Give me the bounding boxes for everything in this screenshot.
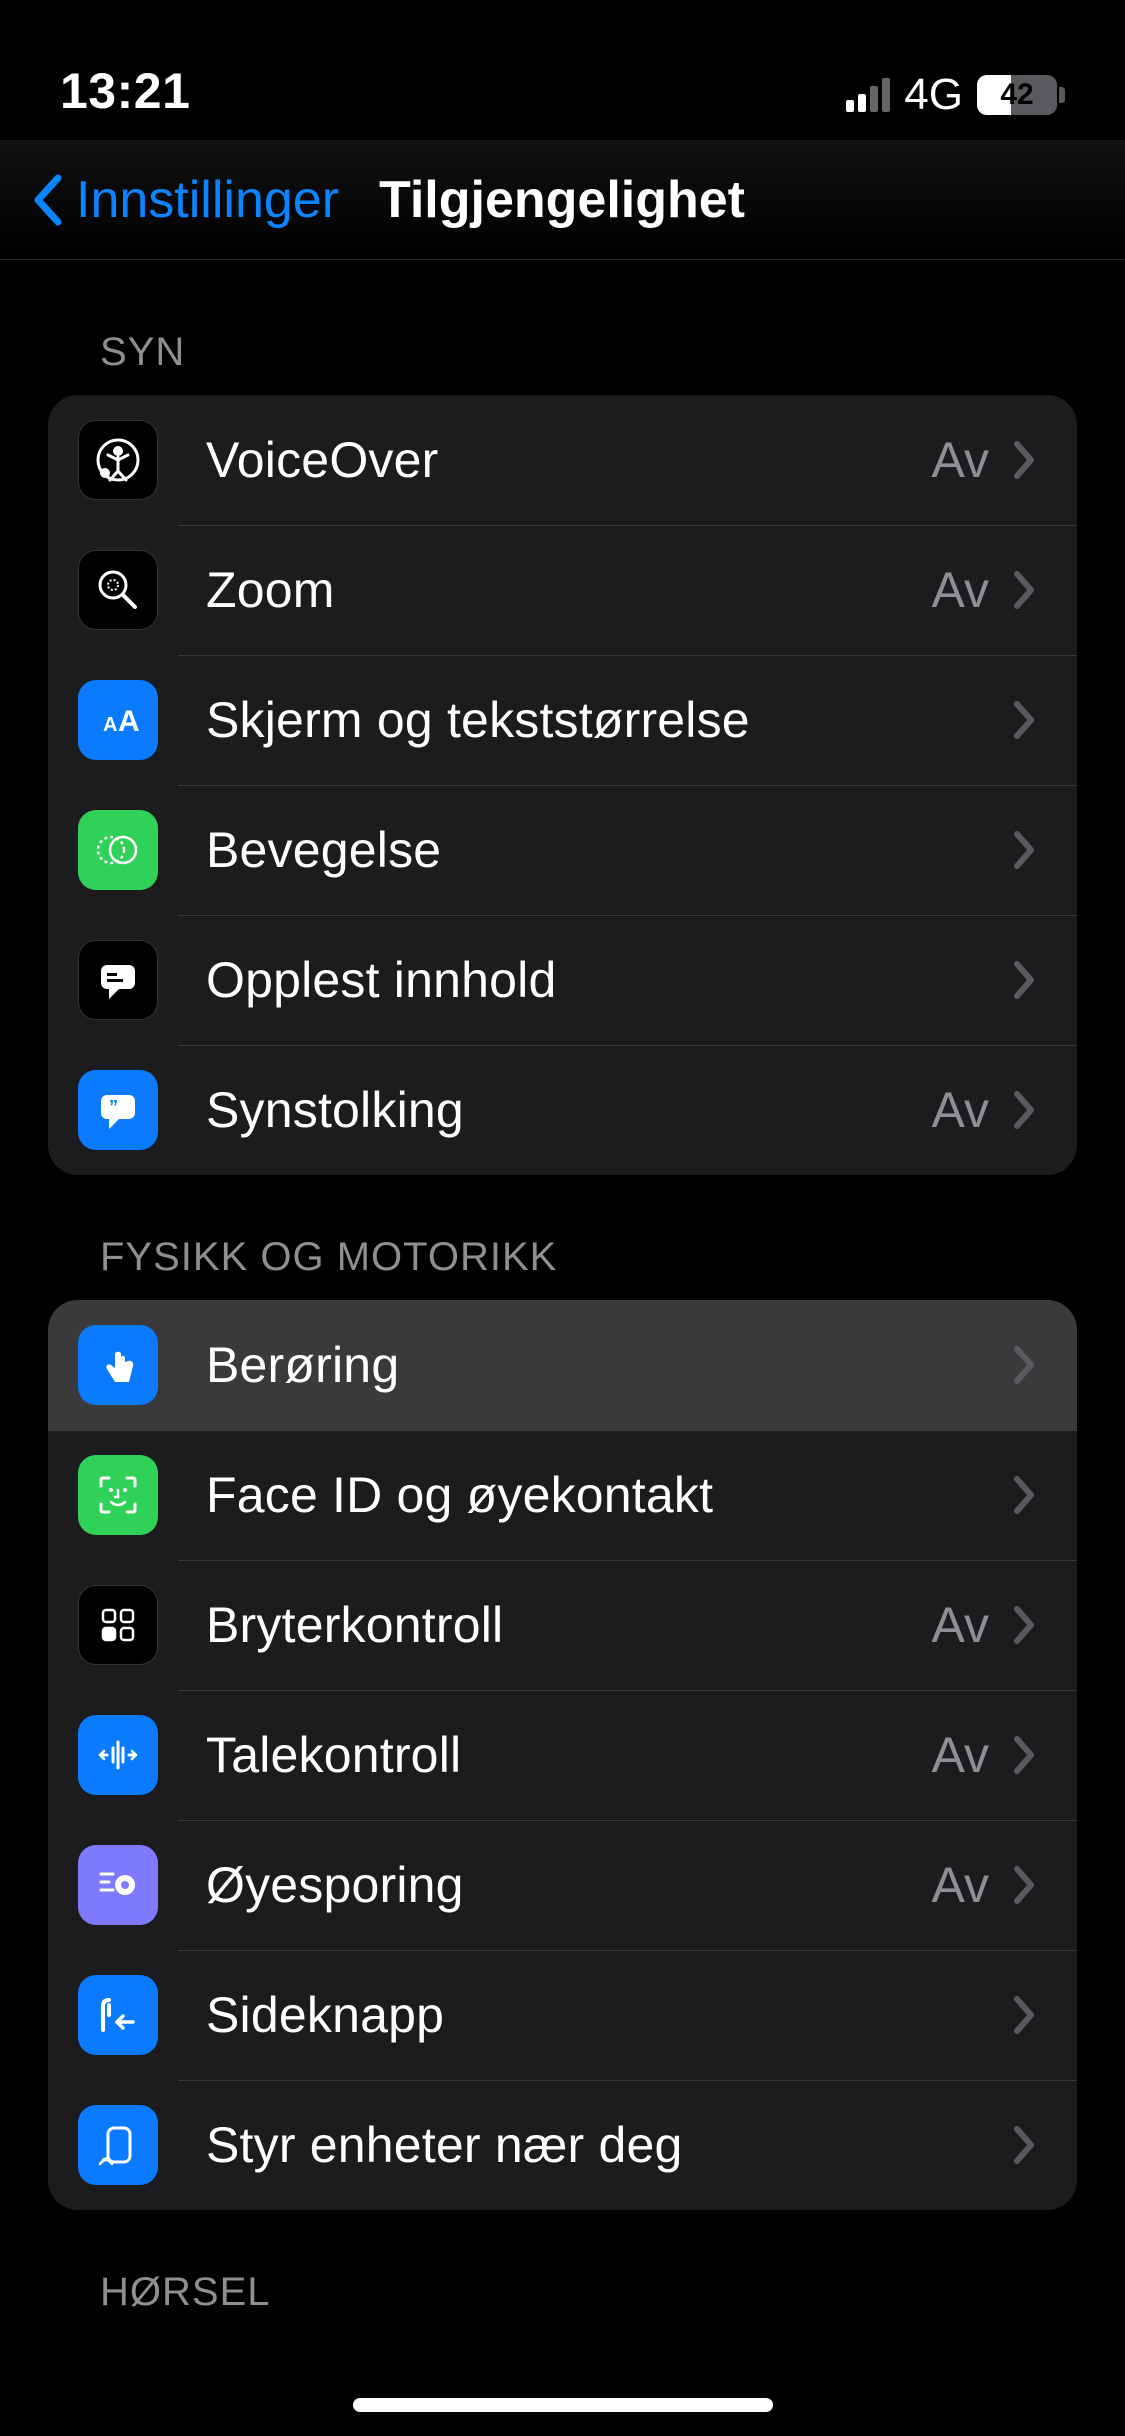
touch-icon <box>78 1325 158 1405</box>
status-bar: 13:21 4G 42 <box>0 0 1125 140</box>
row-label: Øyesporing <box>206 1856 932 1914</box>
status-time: 13:21 <box>60 62 190 120</box>
row-touch[interactable]: Berøring <box>48 1300 1077 1430</box>
row-zoom[interactable]: Zoom Av <box>48 525 1077 655</box>
row-label: Zoom <box>206 561 932 619</box>
switch-control-icon <box>78 1585 158 1665</box>
row-display-text-size[interactable]: AA Skjerm og tekststørrelse <box>48 655 1077 785</box>
row-label: Styr enheter nær deg <box>206 2116 989 2174</box>
row-eye-tracking[interactable]: Øyesporing Av <box>48 1820 1077 1950</box>
row-control-nearby-devices[interactable]: Styr enheter nær deg <box>48 2080 1077 2210</box>
row-label: Bevegelse <box>206 821 989 879</box>
chevron-right-icon <box>1013 700 1037 740</box>
zoom-icon <box>78 550 158 630</box>
chevron-right-icon <box>1013 830 1037 870</box>
section-header-physical: FYSIKK OG MOTORIKK <box>0 1175 1125 1300</box>
chevron-right-icon <box>1013 1475 1037 1515</box>
row-label: Bryterkontroll <box>206 1596 932 1654</box>
row-voice-control[interactable]: Talekontroll Av <box>48 1690 1077 1820</box>
home-indicator[interactable] <box>353 2398 773 2412</box>
back-label: Innstillinger <box>76 170 339 230</box>
side-button-icon <box>78 1975 158 2055</box>
row-value: Av <box>932 431 989 489</box>
back-button[interactable]: Innstillinger <box>20 160 349 240</box>
row-value: Av <box>932 1726 989 1784</box>
content[interactable]: SYN VoiceOver Av Zoom Av AA <box>0 260 1125 2375</box>
row-value: Av <box>932 561 989 619</box>
chevron-right-icon <box>1013 1865 1037 1905</box>
row-motion[interactable]: Bevegelse <box>48 785 1077 915</box>
section-header-vision: SYN <box>0 260 1125 395</box>
chevron-right-icon <box>1013 960 1037 1000</box>
group-physical: Berøring Face ID og øyekontakt <box>48 1300 1077 2210</box>
battery-indicator: 42 <box>977 75 1065 115</box>
chevron-right-icon <box>1013 1090 1037 1130</box>
quote-bubble-icon: ” <box>78 1070 158 1150</box>
svg-text:A: A <box>103 714 117 736</box>
nav-header: Innstillinger Tilgjengelighet <box>0 140 1125 260</box>
row-value: Av <box>932 1856 989 1914</box>
chevron-right-icon <box>1013 1605 1037 1645</box>
chevron-left-icon <box>30 172 66 228</box>
row-label: Berøring <box>206 1336 989 1394</box>
row-label: Skjerm og tekststørrelse <box>206 691 989 749</box>
network-type: 4G <box>904 70 963 120</box>
row-label: Talekontroll <box>206 1726 932 1784</box>
row-value: Av <box>932 1081 989 1139</box>
row-side-button[interactable]: Sideknapp <box>48 1950 1077 2080</box>
face-id-icon <box>78 1455 158 1535</box>
row-value: Av <box>932 1596 989 1654</box>
text-size-icon: AA <box>78 680 158 760</box>
row-voiceover[interactable]: VoiceOver Av <box>48 395 1077 525</box>
row-label: Opplest innhold <box>206 951 989 1009</box>
chevron-right-icon <box>1013 1345 1037 1385</box>
row-label: VoiceOver <box>206 431 932 489</box>
row-face-id[interactable]: Face ID og øyekontakt <box>48 1430 1077 1560</box>
row-spoken-content[interactable]: Opplest innhold <box>48 915 1077 1045</box>
chevron-right-icon <box>1013 1995 1037 2035</box>
screen: 13:21 4G 42 Innstillinger Tilgjengelighe… <box>0 0 1125 2436</box>
battery-percent: 42 <box>1000 78 1033 112</box>
row-switch-control[interactable]: Bryterkontroll Av <box>48 1560 1077 1690</box>
voice-control-icon <box>78 1715 158 1795</box>
chevron-right-icon <box>1013 2125 1037 2165</box>
svg-text:”: ” <box>109 1097 118 1117</box>
row-label: Sideknapp <box>206 1986 989 2044</box>
cellular-signal-icon <box>846 78 890 112</box>
group-vision: VoiceOver Av Zoom Av AA Skjerm og teksts… <box>48 395 1077 1175</box>
row-audio-descriptions[interactable]: ” Synstolking Av <box>48 1045 1077 1175</box>
status-right: 4G 42 <box>846 70 1065 120</box>
voiceover-icon <box>78 420 158 500</box>
chevron-right-icon <box>1013 570 1037 610</box>
svg-text:A: A <box>118 705 140 738</box>
chevron-right-icon <box>1013 440 1037 480</box>
page-title: Tilgjengelighet <box>379 170 745 230</box>
chevron-right-icon <box>1013 1735 1037 1775</box>
row-label: Synstolking <box>206 1081 932 1139</box>
nearby-devices-icon <box>78 2105 158 2185</box>
section-header-hearing: HØRSEL <box>0 2210 1125 2335</box>
motion-icon <box>78 810 158 890</box>
row-label: Face ID og øyekontakt <box>206 1466 989 1524</box>
speech-bubble-icon <box>78 940 158 1020</box>
eye-tracking-icon <box>78 1845 158 1925</box>
